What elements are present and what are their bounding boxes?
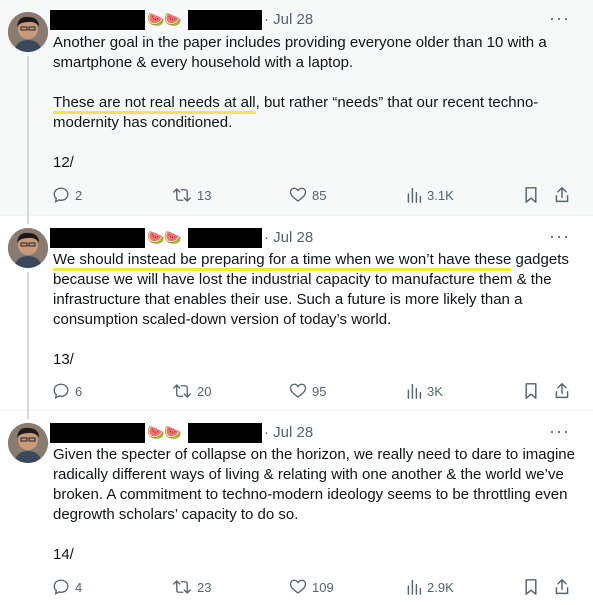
views-count: 2.9K [427,579,454,595]
retweet-button[interactable]: 23 [172,577,211,597]
bookmark-icon [525,579,537,595]
heart-icon [289,383,307,398]
views-button[interactable]: 3K [406,381,443,401]
retweet-icon [173,188,191,202]
bookmark-button[interactable] [523,577,539,597]
like-button[interactable]: 85 [289,185,326,205]
avatar[interactable] [8,12,48,52]
bookmark-button[interactable] [523,381,539,401]
retweet-button[interactable]: 20 [172,381,211,401]
tweet-date[interactable]: · Jul 28 [264,424,313,441]
tweet-2[interactable]: 🍉🍉 · Jul 28 ··· We should instead be pre… [0,216,593,411]
watermelon-emoji: 🍉🍉 [147,424,182,440]
reply-count: 6 [75,383,83,399]
thread-number: 14/ [53,546,74,563]
views-button[interactable]: 3.1K [406,185,454,205]
redacted-handle [188,228,262,248]
like-count: 109 [312,579,334,595]
highlighted-text: These are not real needs at all [53,94,256,114]
views-icon [407,579,422,595]
share-icon [555,383,569,399]
redacted-handle [188,10,262,30]
thread-feed: 🍉🍉 · Jul 28 ··· Another goal in the pape… [0,0,593,605]
tweet-header: 🍉🍉 · Jul 28 ··· [50,421,590,443]
tweet-paragraph: We should instead be preparing for a tim… [53,250,578,330]
watermelon-emoji: 🍉🍉 [147,229,182,245]
tweet-actions: 2 13 85 3.1K [52,185,582,205]
more-icon[interactable]: ··· [549,8,570,29]
views-button[interactable]: 2.9K [406,577,454,597]
retweet-count: 20 [197,383,212,399]
share-button[interactable] [554,185,570,205]
bookmark-button[interactable] [523,185,539,205]
bookmark-icon [525,187,537,203]
tweet-1[interactable]: 🍉🍉 · Jul 28 ··· Another goal in the pape… [0,0,593,216]
reply-button[interactable]: 4 [52,577,82,597]
retweet-count: 23 [197,579,212,595]
bookmark-icon [525,383,537,399]
thread-number: 12/ [53,154,74,171]
tweet-header: 🍉🍉 · Jul 28 ··· [50,8,590,30]
like-count: 85 [312,187,327,203]
views-count: 3.1K [427,187,454,203]
reply-count: 2 [75,187,83,203]
heart-icon [289,187,307,202]
tweet-text: Given the specter of collapse on the hor… [53,445,578,565]
reply-button[interactable]: 6 [52,381,82,401]
tweet-text: Another goal in the paper includes provi… [53,33,578,173]
retweet-icon [173,580,191,594]
tweet-date[interactable]: · Jul 28 [264,11,313,28]
views-icon [407,187,422,203]
reply-icon [53,187,69,204]
highlighted-text: We should instead be preparing for a tim… [53,251,512,271]
tweet-paragraph: Given the specter of collapse on the hor… [53,446,575,523]
share-button[interactable] [554,577,570,597]
share-button[interactable] [554,381,570,401]
redacted-handle [188,423,262,443]
thread-connector [27,56,29,216]
reply-button[interactable]: 2 [52,185,82,205]
share-icon [555,187,569,203]
thread-connector [27,216,29,224]
heart-icon [289,579,307,594]
views-count: 3K [427,383,443,399]
share-icon [555,579,569,595]
tweet-text: We should instead be preparing for a tim… [53,250,578,370]
avatar[interactable] [8,228,48,268]
redacted-name [50,423,145,443]
like-button[interactable]: 95 [289,381,326,401]
retweet-button[interactable]: 13 [172,185,211,205]
more-icon[interactable]: ··· [549,421,570,442]
avatar[interactable] [8,423,48,463]
tweet-paragraph: Another goal in the paper includes provi… [53,34,547,71]
watermelon-emoji: 🍉🍉 [147,11,182,27]
retweet-count: 13 [197,187,212,203]
more-icon[interactable]: ··· [549,226,570,247]
tweet-date[interactable]: · Jul 28 [264,229,313,246]
tweet-paragraph: These are not real needs at all, but rat… [53,93,578,133]
tweet-header: 🍉🍉 · Jul 28 ··· [50,226,590,248]
tweet-actions: 6 20 95 3K [52,381,582,401]
thread-number: 13/ [53,351,74,368]
reply-count: 4 [75,579,83,595]
redacted-name [50,10,145,30]
views-icon [407,383,422,399]
thread-connector [27,272,29,411]
thread-connector [27,411,29,419]
reply-icon [53,579,69,596]
reply-icon [53,383,69,400]
tweet-3[interactable]: 🍉🍉 · Jul 28 ··· Given the specter of col… [0,411,593,605]
redacted-name [50,228,145,248]
like-count: 95 [312,383,327,399]
retweet-icon [173,384,191,398]
tweet-actions: 4 23 109 2.9K [52,577,582,597]
like-button[interactable]: 109 [289,577,334,597]
